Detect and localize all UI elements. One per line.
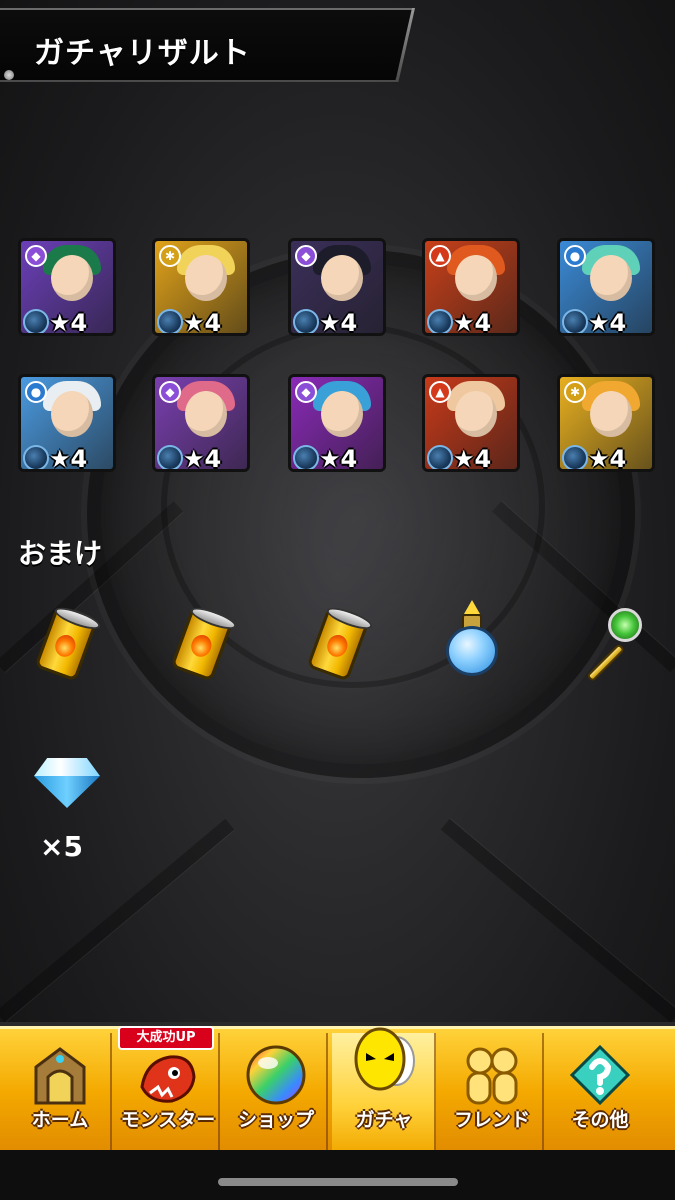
fire-element-icon: ▲ [429,381,451,403]
orb-icon [23,445,49,469]
fire-element-icon: ▲ [429,245,451,267]
gem-icon[interactable] [34,758,100,808]
other-menu-icon [569,1044,631,1106]
orb-icon [427,445,453,469]
light-element-icon: ✱ [159,245,181,267]
monster-card[interactable]: ◆ ★4 [152,374,250,472]
monster-card[interactable]: ◆ ★4 [288,238,386,336]
orb-icon [293,445,319,469]
monster-card[interactable]: ● ★4 [18,374,116,472]
gacha-egg-icon [354,1027,415,1091]
monster-card[interactable]: ▲ ★4 [422,374,520,472]
orb-icon [293,309,319,333]
orb-icon [562,309,588,333]
monster-face [185,255,227,301]
monster-card[interactable]: ● ★4 [557,238,655,336]
header: ガチャリザルト [0,8,415,82]
monster-face [455,391,497,437]
orb-icon [427,309,453,333]
monster-card[interactable]: ✱ ★4 [152,238,250,336]
nav-shop[interactable]: ショップ [224,1033,328,1153]
fire-can-icon[interactable] [166,604,246,684]
nav-label: その他 [571,1109,629,1131]
friends-icon [466,1047,518,1105]
light-element-icon: ✱ [564,381,586,403]
orb-icon [157,309,183,333]
dragon-icon [140,1055,196,1103]
nav-home[interactable]: ホーム [8,1033,112,1153]
monster-card[interactable]: ◆ ★4 [18,238,116,336]
monster-card[interactable]: ▲ ★4 [422,238,520,336]
nav-gacha[interactable]: ガチャ [332,1027,436,1153]
nav-other[interactable]: その他 [548,1033,652,1153]
orb-icon [23,309,49,333]
monster-face [185,391,227,437]
monster-face [590,391,632,437]
key-icon[interactable] [570,604,650,684]
potion-flask-icon[interactable] [434,600,514,684]
monster-face [51,255,93,301]
star-rarity: ★4 [183,309,222,336]
nav-friend[interactable]: フレンド [440,1033,544,1153]
nav-label: ショップ [237,1109,314,1131]
star-rarity: ★4 [588,309,627,336]
monster-face [590,255,632,301]
water-element-icon: ● [564,245,586,267]
star-rarity: ★4 [49,309,88,336]
rainbow-orb-icon [246,1045,306,1105]
star-rarity: ★4 [183,445,222,472]
monster-face [455,255,497,301]
nav-label: ガチャ [355,1109,413,1131]
monster-card[interactable]: ◆ ★4 [288,374,386,472]
star-rarity: ★4 [453,445,492,472]
nav-badge: 大成功UP [118,1026,214,1050]
monster-card[interactable]: ✱ ★4 [557,374,655,472]
star-rarity: ★4 [49,445,88,472]
dark-element-icon: ◆ [295,245,317,267]
nav-label: フレンド [453,1109,530,1131]
water-element-icon: ● [25,381,47,403]
dark-element-icon: ◆ [295,381,317,403]
home-indicator[interactable] [218,1178,458,1186]
nav-bottom-strip [0,1150,675,1200]
fire-can-icon[interactable] [302,604,382,684]
header-rivet-icon [4,70,14,80]
star-rarity: ★4 [319,445,358,472]
orb-icon [157,445,183,469]
monster-face [51,391,93,437]
fire-can-icon[interactable] [30,604,110,684]
gem-count: ×5 [40,830,83,863]
monster-face [321,255,363,301]
nav-label: モンスター [120,1109,216,1131]
bonus-label: おまけ [18,537,103,570]
nav-label: ホーム [31,1109,89,1131]
orb-icon [562,445,588,469]
monster-face [321,391,363,437]
page-title: ガチャリザルト [34,36,251,71]
dark-element-icon: ◆ [25,245,47,267]
star-rarity: ★4 [453,309,492,336]
star-rarity: ★4 [319,309,358,336]
dark-element-icon: ◆ [159,381,181,403]
nav-monster[interactable]: モンスター [116,1033,220,1153]
star-rarity: ★4 [588,445,627,472]
home-gate-icon [34,1047,86,1105]
